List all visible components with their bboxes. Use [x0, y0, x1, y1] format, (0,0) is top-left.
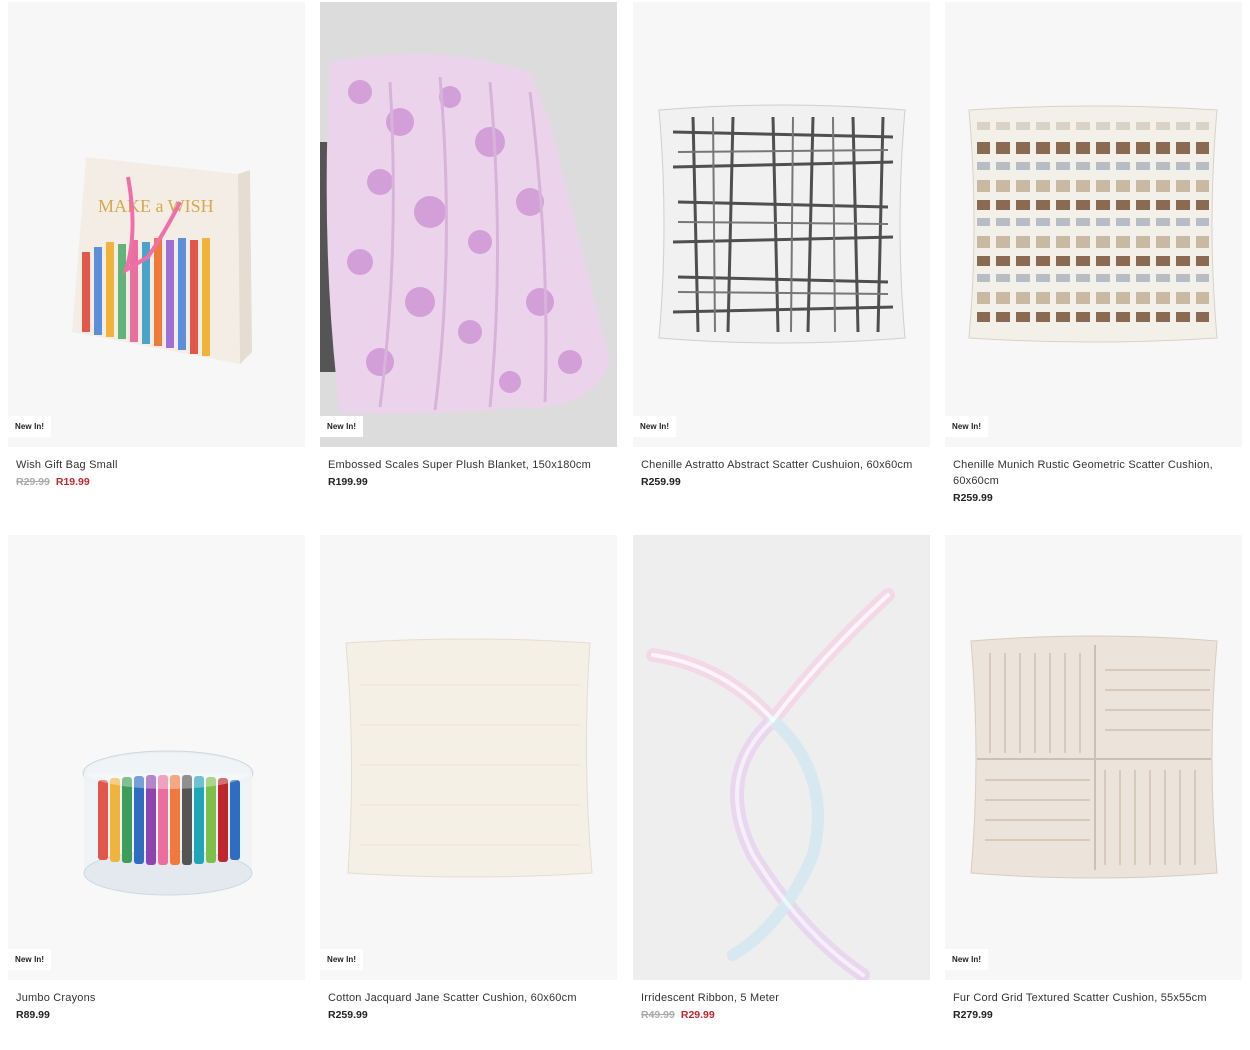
product-card[interactable]: New In! Chenille Munich Rustic Geometric…: [945, 2, 1242, 504]
product-image[interactable]: New In!: [945, 2, 1242, 447]
abstract-cushion-image: [658, 104, 906, 344]
ribbon-image: [633, 535, 930, 980]
jacquard-cushion-image: [345, 638, 593, 878]
new-in-badge: New In!: [320, 949, 364, 970]
product-image[interactable]: [633, 535, 930, 980]
new-in-badge: New In!: [8, 949, 52, 970]
product-card[interactable]: New In! Jumbo Crayons R89.99: [8, 535, 305, 1021]
blanket-image: [320, 2, 617, 447]
product-card[interactable]: New In! Fur Cord Grid Textured Scatter C…: [945, 535, 1242, 1021]
new-in-badge: New In!: [320, 416, 364, 437]
price: R89.99: [16, 1009, 50, 1021]
product-card[interactable]: New In! Cotton Jacquard Jane Scatter Cus…: [320, 535, 617, 1021]
product-title[interactable]: Embossed Scales Super Plush Blanket, 150…: [328, 457, 609, 473]
price: R259.99: [328, 1009, 368, 1021]
product-card[interactable]: New In! Chenille Astratto Abstract Scatt…: [633, 2, 930, 488]
price: R259.99: [641, 476, 681, 488]
product-image[interactable]: New In!: [945, 535, 1242, 980]
product-card[interactable]: New In! Embossed Scales Super Plush Blan…: [320, 2, 617, 488]
product-title[interactable]: Jumbo Crayons: [16, 990, 297, 1006]
geometric-cushion-image: [968, 105, 1218, 343]
product-image[interactable]: New In!: [320, 535, 617, 980]
price-row: R279.99: [953, 1009, 1234, 1021]
svg-text:MAKE a WISH: MAKE a WISH: [98, 196, 214, 216]
product-grid: MAKE a WISH New In! Wish Gift Bag Small …: [0, 0, 1250, 1050]
price: R199.99: [328, 476, 368, 488]
sale-price: R19.99: [55, 476, 90, 488]
original-price: R29.99: [16, 476, 50, 488]
product-title[interactable]: Irridescent Ribbon, 5 Meter: [641, 990, 922, 1006]
product-title[interactable]: Fur Cord Grid Textured Scatter Cushion, …: [953, 990, 1234, 1006]
new-in-badge: New In!: [8, 416, 52, 437]
price-row: R259.99: [328, 1009, 609, 1021]
product-card[interactable]: Irridescent Ribbon, 5 Meter R49.99 R29.99: [633, 535, 930, 1021]
product-title[interactable]: Chenille Astratto Abstract Scatter Cushu…: [641, 457, 922, 473]
price-row: R259.99: [641, 476, 922, 488]
crayons-image: [82, 750, 254, 896]
price: R259.99: [953, 492, 993, 504]
product-image[interactable]: MAKE a WISH New In!: [8, 2, 305, 447]
new-in-badge: New In!: [945, 416, 989, 437]
original-price: R49.99: [641, 1009, 675, 1021]
new-in-badge: New In!: [945, 949, 989, 970]
price: R279.99: [953, 1009, 993, 1021]
product-title[interactable]: Chenille Munich Rustic Geometric Scatter…: [953, 457, 1234, 489]
product-card[interactable]: MAKE a WISH New In! Wish Gift Bag Small …: [8, 2, 305, 488]
gift-bag-image: MAKE a WISH: [72, 157, 252, 364]
price-row: R259.99: [953, 492, 1234, 504]
new-in-badge: New In!: [633, 416, 677, 437]
product-title[interactable]: Wish Gift Bag Small: [16, 457, 297, 473]
cord-cushion-image: [970, 635, 1218, 879]
price-row: R29.99 R19.99: [16, 476, 297, 488]
product-image[interactable]: New In!: [8, 535, 305, 980]
price-row: R199.99: [328, 476, 609, 488]
product-title[interactable]: Cotton Jacquard Jane Scatter Cushion, 60…: [328, 990, 609, 1006]
product-image[interactable]: New In!: [633, 2, 930, 447]
product-image[interactable]: New In!: [320, 2, 617, 447]
sale-price: R29.99: [680, 1009, 715, 1021]
price-row: R89.99: [16, 1009, 297, 1021]
price-row: R49.99 R29.99: [641, 1009, 922, 1021]
